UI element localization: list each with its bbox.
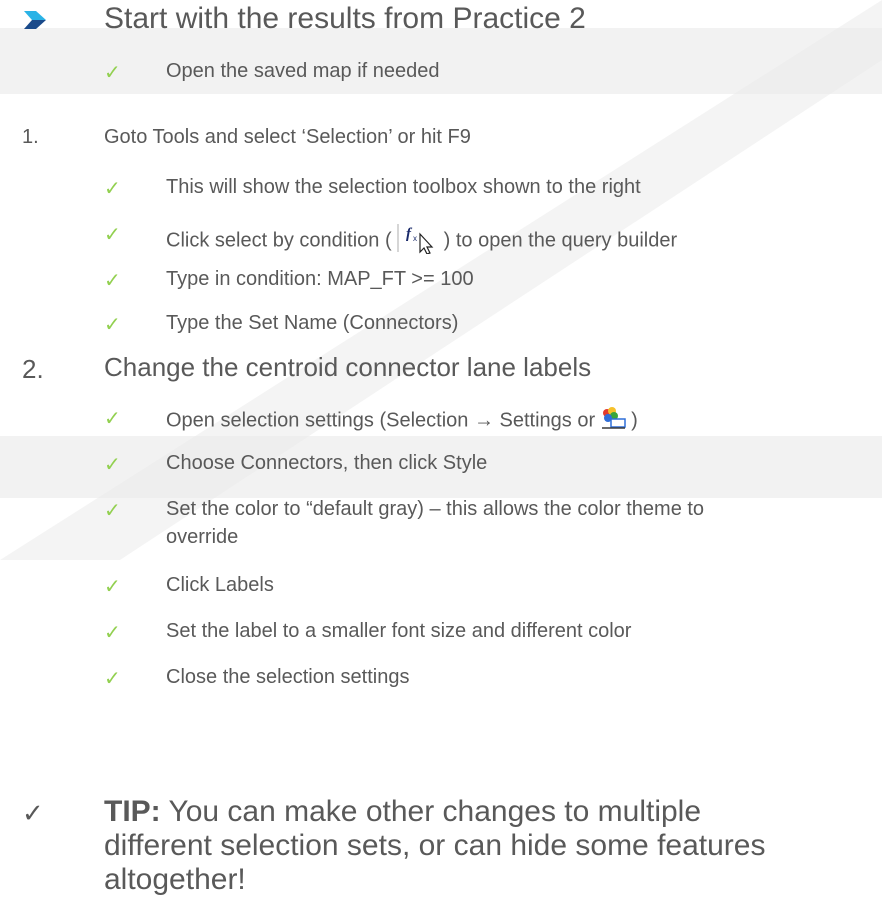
step2-heading: Change the centroid connector lane label…	[104, 352, 592, 382]
tip-text: TIP: You can make other changes to multi…	[104, 795, 804, 897]
step2-item-text-a: Open selection settings (Selection → Set…	[166, 409, 596, 432]
tip-label: TIP:	[104, 795, 161, 828]
selection-settings-icon	[599, 406, 627, 436]
step2-item-text-b: )	[631, 409, 638, 432]
step2-item-continued: override	[166, 526, 239, 548]
tip-body: You can make other changes to multiple d…	[104, 795, 766, 896]
step2-item: Set the label to a smaller font size and…	[166, 620, 632, 642]
checkmark-icon: ✓	[104, 224, 121, 246]
checkmark-icon: ✓	[22, 798, 44, 828]
step2-number: 2.	[22, 354, 44, 384]
checkmark-icon: ✓	[104, 408, 121, 430]
step1-number: 1.	[22, 126, 39, 148]
checkmark-icon: ✓	[104, 500, 121, 522]
checkmark-icon: ✓	[104, 270, 121, 292]
fx-cursor-icon: f x	[396, 222, 440, 260]
step1-heading: Goto Tools and select ‘Selection’ or hit…	[104, 126, 471, 148]
step1-item: Click select by condition ( f x ) to ope…	[166, 222, 677, 260]
checkmark-icon: ✓	[104, 576, 121, 598]
step1-item: This will show the selection toolbox sho…	[166, 176, 641, 198]
step2-item: Set the color to “default gray) – this a…	[166, 498, 705, 520]
checkmark-icon: ✓	[104, 178, 121, 200]
intro-item: Open the saved map if needed	[166, 60, 440, 82]
step2-item: Click Labels	[166, 574, 274, 596]
arrow-chevron-icon	[24, 11, 46, 29]
checkmark-icon: ✓	[104, 668, 121, 690]
step2-item: Close the selection settings	[166, 666, 410, 688]
step2-item: Open selection settings (Selection → Set…	[166, 406, 638, 436]
page-title: Start with the results from Practice 2	[104, 2, 586, 35]
checkmark-icon: ✓	[104, 314, 121, 336]
step1-item: Type the Set Name (Connectors)	[166, 312, 459, 334]
step1-item-text-b: ) to open the query builder	[443, 229, 678, 252]
svg-text:x: x	[413, 234, 417, 243]
checkmark-icon: ✓	[104, 62, 121, 84]
step2-item: Choose Connectors, then click Style	[166, 452, 488, 474]
step1-item-text-a: Click select by condition (	[166, 229, 392, 252]
checkmark-icon: ✓	[104, 622, 121, 644]
checkmark-icon: ✓	[104, 454, 121, 476]
step1-item: Type in condition: MAP_FT >= 100	[166, 268, 474, 290]
svg-text:f: f	[406, 226, 413, 242]
